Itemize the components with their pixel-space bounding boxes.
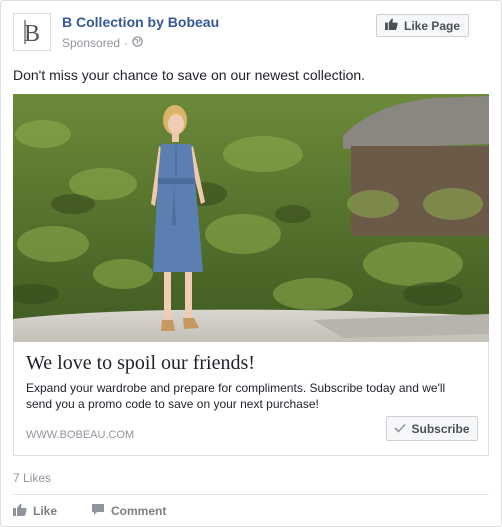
subscribe-label: Subscribe <box>411 421 470 436</box>
sponsored-label[interactable]: Sponsored <box>62 36 120 50</box>
like-page-label: Like Page <box>403 18 461 33</box>
sponsored-post-card: B B Collection by Bobeau Sponsored · Lik… <box>0 0 502 527</box>
logo-letter: B <box>24 21 40 47</box>
like-label: Like <box>33 504 58 518</box>
comment-label: Comment <box>111 504 167 518</box>
description-line: Expand your wardrobe and prepare for com… <box>26 381 446 395</box>
attachment-headline[interactable]: We love to spoil our friends! <box>26 352 255 375</box>
description-line: send you a promo code to save on your ne… <box>26 397 319 411</box>
page-name-link[interactable]: B Collection by Bobeau <box>62 14 219 30</box>
thumbs-up-icon <box>385 18 398 33</box>
likes-count[interactable]: 7 Likes <box>13 471 51 485</box>
subscribe-button[interactable]: Subscribe <box>386 416 478 441</box>
attachment-domain: WWW.BOBEAU.COM <box>26 429 135 441</box>
post-message: Don't miss your chance to save on our ne… <box>13 67 366 83</box>
thumbs-up-icon <box>13 503 27 519</box>
like-button[interactable]: Like <box>13 503 57 519</box>
checkmark-icon <box>394 422 407 436</box>
post-meta: Sponsored · <box>62 36 143 50</box>
globe-icon[interactable] <box>132 36 143 50</box>
meta-separator: · <box>124 36 129 50</box>
divider <box>13 494 489 495</box>
link-attachment[interactable]: We love to spoil our friends! Expand you… <box>13 342 489 456</box>
page-logo[interactable]: B <box>13 13 51 51</box>
like-page-button[interactable]: Like Page <box>376 14 469 37</box>
b-collection-logo-icon: B <box>24 20 40 47</box>
woman-in-blue-dress-photo <box>13 94 489 342</box>
comment-bubble-icon <box>91 503 105 519</box>
attachment-description: Expand your wardrobe and prepare for com… <box>26 380 476 412</box>
comment-button[interactable]: Comment <box>91 503 166 519</box>
ad-image[interactable] <box>13 94 489 342</box>
